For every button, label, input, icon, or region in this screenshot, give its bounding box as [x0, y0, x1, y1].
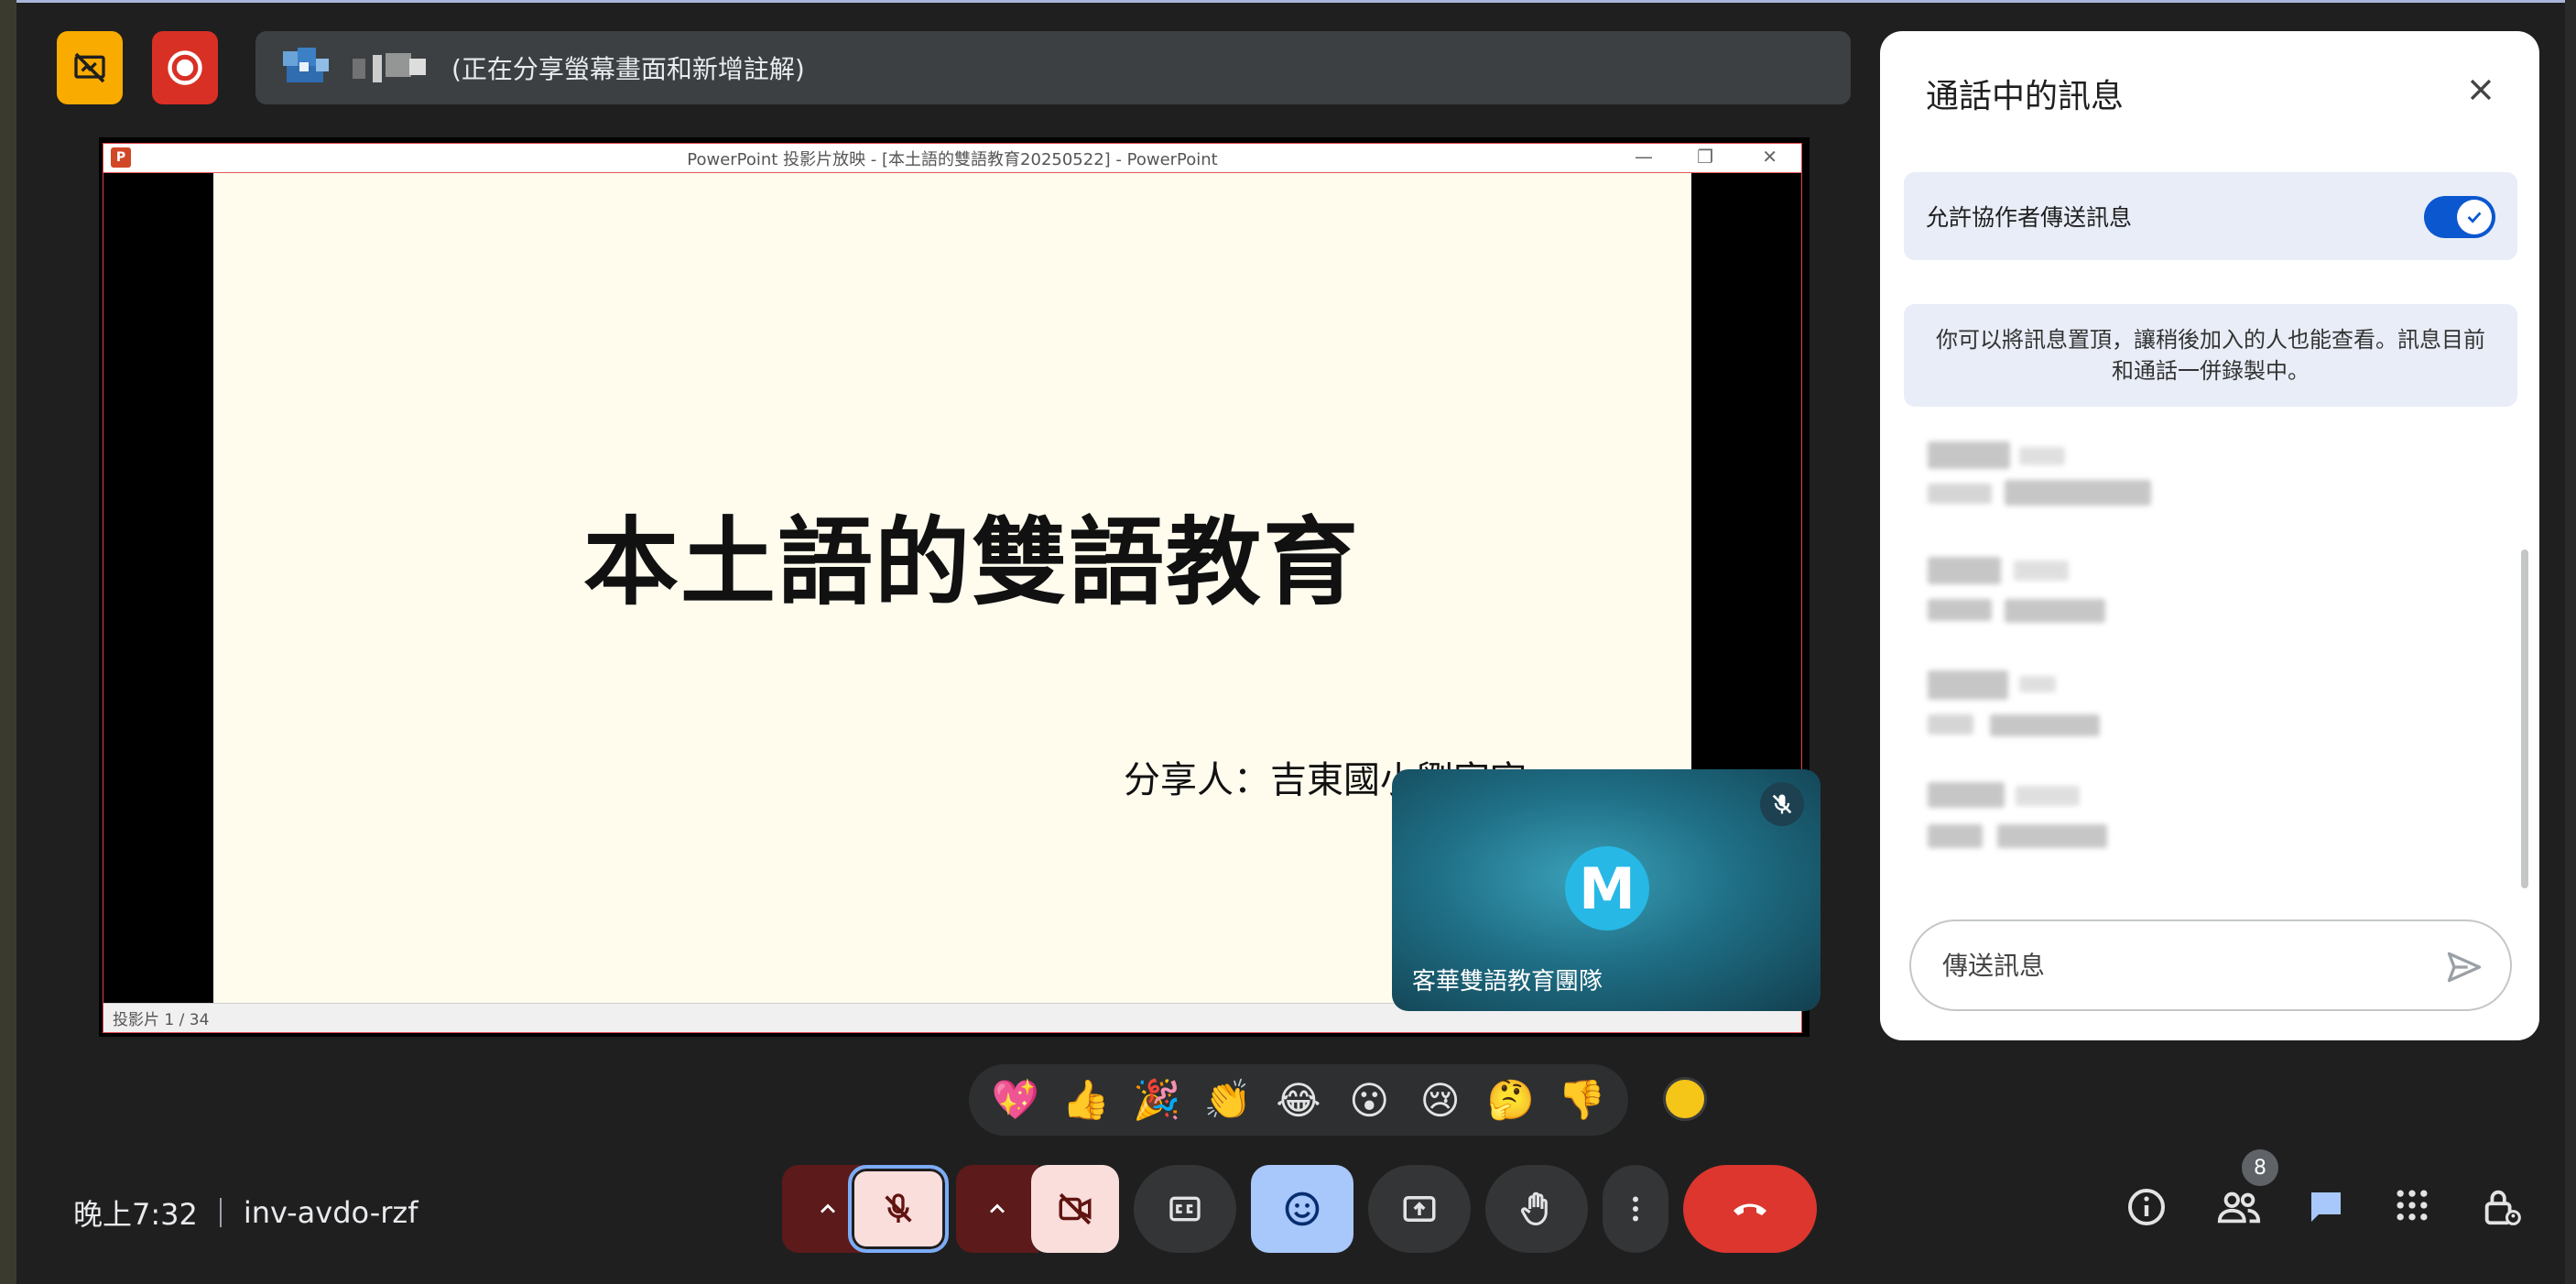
reaction-sparkling-heart[interactable]: 💖 [988, 1077, 1043, 1123]
slide-counter: 投影片 1 / 34 [113, 1011, 210, 1029]
reaction-laughing[interactable]: 😂 [1271, 1078, 1326, 1123]
reaction-clapping[interactable]: 👏 [1201, 1077, 1255, 1123]
chat-panel: 通話中的訊息 允許協作者傳送訊息 你可以將訊息置頂，讓稍後加入的人也能查看。訊息… [1880, 31, 2539, 1040]
allow-messages-card: 允許協作者傳送訊息 [1904, 172, 2517, 260]
participants-count-badge: 8 [2242, 1149, 2278, 1186]
presenter-avatar [277, 46, 336, 90]
present-button[interactable] [1368, 1165, 1471, 1253]
reaction-surprised[interactable]: 😮 [1342, 1078, 1397, 1123]
annotation-off-icon [74, 52, 105, 83]
present-screen-icon [1403, 1196, 1436, 1222]
presenter-name-redacted [353, 49, 435, 86]
powerpoint-logo-icon: P [111, 147, 131, 168]
close-panel-button[interactable] [2459, 68, 2503, 112]
allow-messages-toggle[interactable] [2424, 196, 2495, 238]
presenter-bar: (正在分享螢幕畫面和新增註解) [255, 31, 1851, 104]
record-icon [168, 50, 202, 85]
divider [219, 1198, 222, 1227]
camera-off-icon [1059, 1192, 1092, 1225]
emoji-icon [1285, 1192, 1320, 1226]
info-icon [2128, 1189, 2165, 1225]
presenter-status: (正在分享螢幕畫面和新增註解) [451, 54, 805, 84]
send-icon[interactable] [2444, 947, 2484, 987]
mic-off-icon [885, 1193, 912, 1223]
meeting-details-button[interactable] [2125, 1185, 2168, 1229]
chat-panel-title: 通話中的訊息 [1926, 78, 2125, 115]
window-top-border [16, 0, 2565, 3]
muted-icon [1760, 782, 1804, 826]
window-close-icon: ✕ [1762, 146, 1777, 168]
chevron-up-icon [990, 1203, 1005, 1213]
participant-name: 客華雙語教育團隊 [1412, 968, 1603, 996]
desktop-edge-left [0, 0, 16, 1284]
close-icon [2470, 79, 2492, 101]
reactions-button[interactable] [1251, 1165, 1353, 1253]
chat-message-redacted [1928, 778, 2202, 857]
check-icon [2457, 200, 2492, 234]
chat-message-redacted [1928, 553, 2202, 632]
reaction-bar: 💖 👍 🎉 👏 😂 😮 😢 🤔 👎 [969, 1064, 1628, 1136]
reaction-thumbs-down[interactable]: 👎 [1554, 1077, 1609, 1123]
hand-icon [1521, 1192, 1548, 1226]
slide-title: 本土語的雙語教育 [583, 506, 1361, 618]
captions-button[interactable] [1134, 1165, 1236, 1253]
desktop-edge-right [2565, 0, 2576, 1284]
chat-message-redacted [1928, 438, 2202, 517]
meeting-info: 晚上7:32 inv-avdo-rzf [73, 1192, 418, 1234]
activities-button[interactable] [2392, 1185, 2432, 1225]
minimize-icon: — [1635, 146, 1653, 168]
ppt-titlebar: PowerPoint 投影片放映 - [本土語的雙語教育20250522] - … [103, 144, 1801, 173]
reaction-party-popper[interactable]: 🎉 [1129, 1077, 1184, 1123]
chat-scrollbar[interactable] [2521, 550, 2528, 888]
ppt-window-title: PowerPoint 投影片放映 - [本土語的雙語教育20250522] - … [687, 149, 1218, 169]
more-vert-icon [1633, 1196, 1638, 1222]
participants-button[interactable] [2216, 1185, 2262, 1229]
more-options-button[interactable] [1603, 1165, 1668, 1253]
leave-call-button[interactable] [1683, 1165, 1817, 1253]
participant-avatar: M [1565, 846, 1649, 930]
message-compose [1909, 919, 2512, 1011]
restore-icon: ❐ [1697, 146, 1713, 168]
chat-button[interactable] [2304, 1185, 2348, 1229]
allow-messages-label: 允許協作者傳送訊息 [1926, 204, 2133, 231]
apps-grid-icon [2397, 1190, 2428, 1221]
recording-button[interactable] [152, 31, 218, 104]
meeting-code: inv-avdo-rzf [243, 1195, 418, 1230]
reaction-crying[interactable]: 😢 [1413, 1078, 1468, 1123]
chat-icon [2311, 1192, 2341, 1222]
lock-person-icon [2484, 1190, 2521, 1225]
raise-hand-button[interactable] [1485, 1165, 1588, 1253]
video-options-button[interactable] [956, 1165, 1038, 1253]
skin-tone-button[interactable] [1663, 1077, 1707, 1121]
chat-message-redacted [1928, 667, 2202, 745]
closed-captions-icon [1169, 1196, 1201, 1222]
participant-tile[interactable]: M 客華雙語教育團隊 [1392, 769, 1821, 1011]
current-time: 晚上7:32 [73, 1197, 198, 1232]
chevron-up-icon [821, 1203, 835, 1213]
camera-button[interactable] [1031, 1165, 1119, 1253]
hang-up-icon [1734, 1203, 1766, 1215]
message-input[interactable] [1942, 943, 2418, 987]
reaction-thumbs-up[interactable]: 👍 [1059, 1077, 1114, 1123]
microphone-button[interactable] [848, 1165, 949, 1253]
hide-annotations-button[interactable] [57, 31, 123, 104]
reaction-thinking[interactable]: 🤔 [1484, 1077, 1538, 1123]
host-controls-button[interactable] [2480, 1185, 2522, 1229]
pin-info-card: 你可以將訊息置頂，讓稍後加入的人也能查看。訊息目前和通話一併錄製中。 [1904, 304, 2517, 407]
people-icon [2217, 1192, 2261, 1224]
